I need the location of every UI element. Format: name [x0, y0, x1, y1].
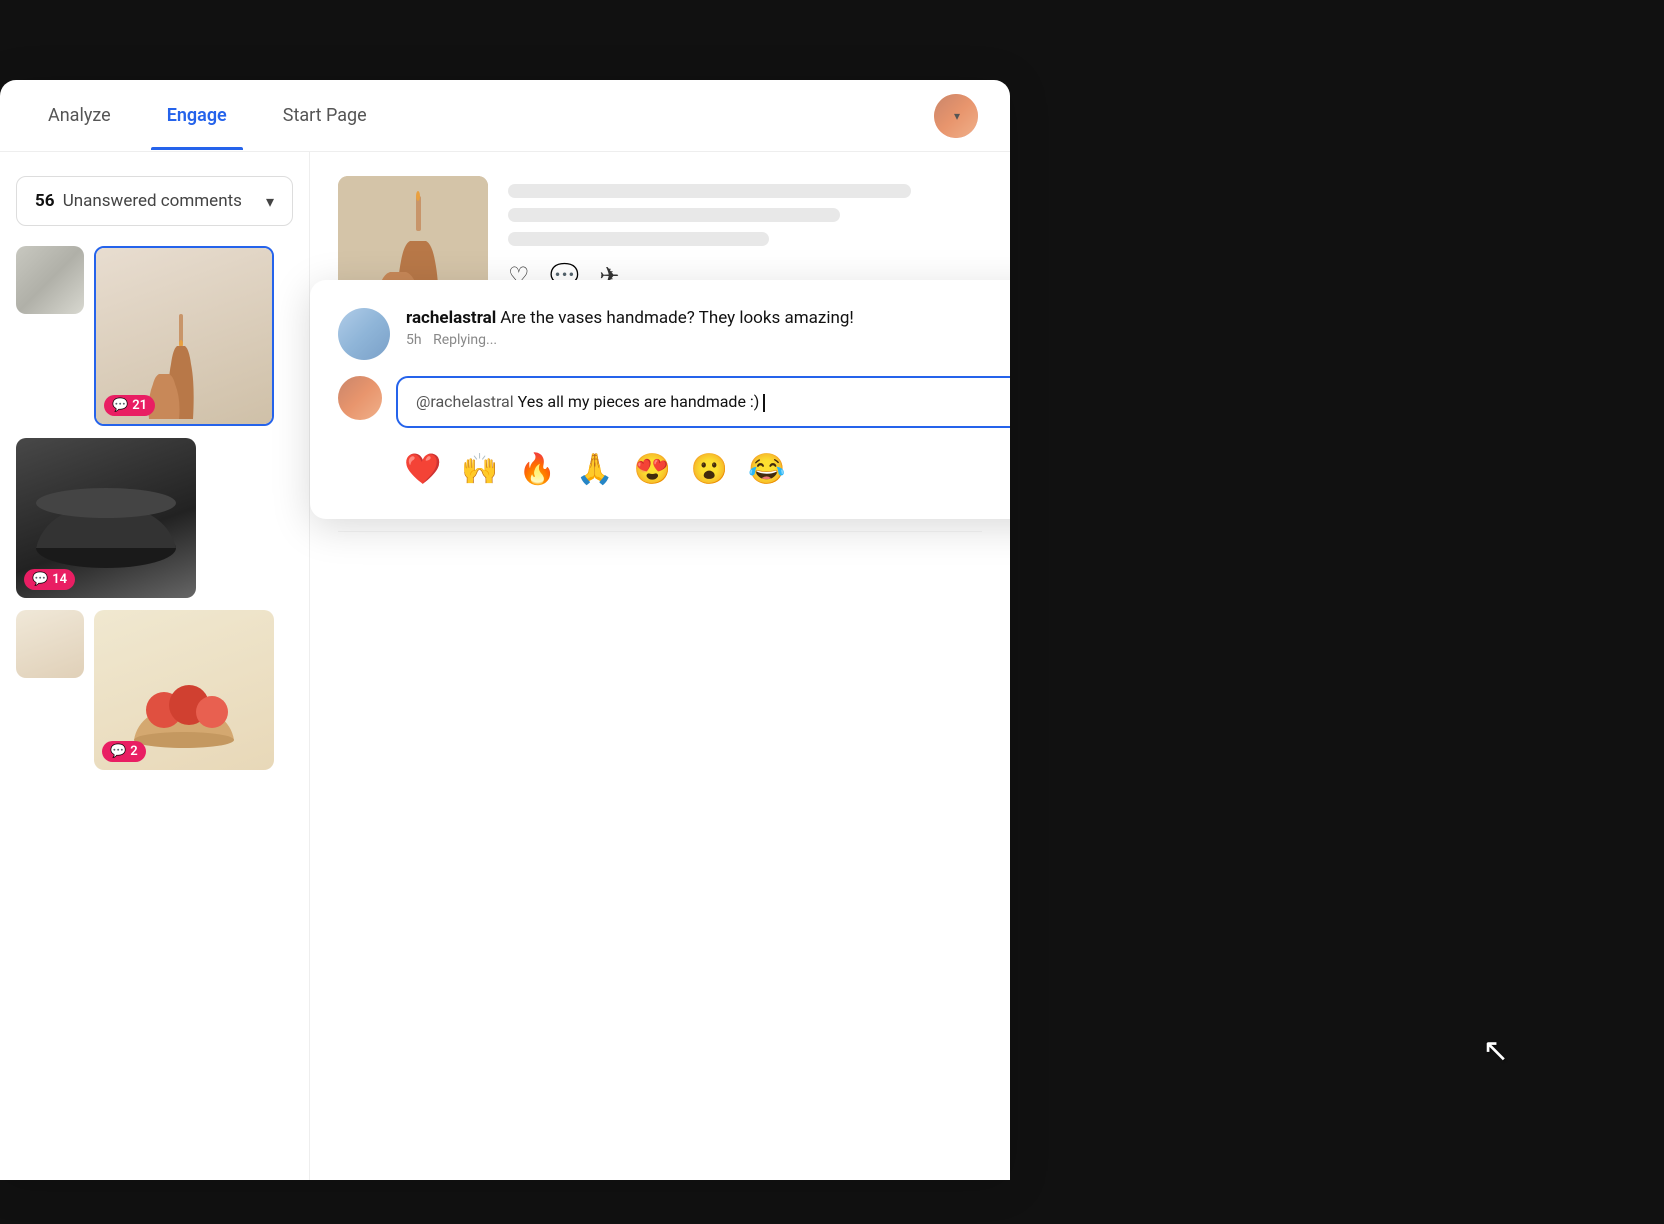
avatar[interactable]: ▾	[934, 94, 978, 138]
skeleton-line-3	[508, 232, 769, 246]
commenter-comment-text: Are the vases handmade? They looks amazi…	[500, 308, 854, 328]
emoji-surprised[interactable]: 😮	[683, 448, 736, 491]
mouse-cursor-icon: ↖	[1482, 1031, 1509, 1069]
reply-avatar	[338, 376, 382, 420]
post-grid: 💬 21	[16, 246, 293, 770]
reply-content: Yes all my pieces are handmade :)	[518, 392, 760, 411]
tab-analyze[interactable]: Analyze	[32, 81, 127, 150]
tab-engage[interactable]: Engage	[151, 81, 243, 150]
post-thumb-vase-selected[interactable]: 💬 21	[94, 246, 274, 426]
emoji-heart-eyes[interactable]: 😍	[625, 448, 678, 491]
comment-timeago: 5h	[406, 332, 422, 348]
left-sidebar: 56 Unanswered comments ▾	[0, 152, 310, 1180]
post-thumb-bowl[interactable]: 💬 14	[16, 438, 196, 598]
text-cursor	[763, 394, 765, 412]
tab-start-page[interactable]: Start Page	[267, 81, 383, 150]
emoji-laughing-tears[interactable]: 😂	[740, 448, 793, 491]
emoji-hands-up[interactable]: 🙌	[453, 448, 506, 491]
commenter-username: rachelastral	[406, 308, 496, 328]
skeleton-line-1	[508, 184, 911, 198]
reply-area: @rachelastral Yes all my pieces are hand…	[338, 376, 1010, 428]
filter-dropdown[interactable]: 56 Unanswered comments ▾	[16, 176, 293, 226]
emoji-heart[interactable]: ❤️	[396, 448, 449, 491]
comment-bubble-icon-2: 💬	[32, 572, 48, 587]
comment-bubble-icon: 💬	[112, 398, 128, 413]
reply-input-text: @rachelastral Yes all my pieces are hand…	[416, 392, 765, 412]
replying-status: Replying...	[433, 332, 497, 348]
unanswered-label: Unanswered comments	[63, 191, 242, 211]
post-row-1: 💬 21	[16, 246, 293, 426]
post-thumb-fruit[interactable]: 💬 2	[94, 610, 274, 770]
active-comment-card: rachelastral Are the vases handmade? The…	[310, 280, 1010, 519]
comment-badge-21: 💬 21	[104, 395, 155, 416]
avatar-chevron-icon: ▾	[954, 109, 960, 123]
comment-badge-14: 💬 14	[24, 569, 75, 590]
commenter-name-comment: rachelastral Are the vases handmade? The…	[406, 308, 1010, 328]
post-thumb-stone[interactable]	[16, 246, 84, 314]
emoji-reply-row: ❤️ 🙌 🔥 🙏 😍 😮 😂 Reply now	[338, 444, 1010, 495]
emoji-row: ❤️ 🙌 🔥 🙏 😍 😮 😂	[396, 448, 794, 491]
emoji-pray[interactable]: 🙏	[568, 448, 621, 491]
commenter-avatar	[338, 308, 390, 360]
comment-badge-2: 💬 2	[102, 741, 146, 762]
post-row-2: 💬 14	[16, 438, 293, 598]
skeleton-line-2	[508, 208, 840, 222]
top-nav: Analyze Engage Start Page ▾	[0, 80, 1010, 152]
commenter-info: rachelastral Are the vases handmade? The…	[406, 308, 1010, 348]
dropdown-chevron-icon: ▾	[266, 192, 274, 211]
unanswered-count: 56	[35, 191, 55, 211]
reply-input[interactable]: @rachelastral Yes all my pieces are hand…	[396, 376, 1010, 428]
post-thumb-extra[interactable]	[16, 610, 84, 678]
commenter-row: rachelastral Are the vases handmade? The…	[338, 308, 1010, 360]
commenter-status: 5h Replying...	[406, 332, 1010, 348]
emoji-fire[interactable]: 🔥	[511, 448, 564, 491]
app-container: Analyze Engage Start Page ▾ 56 Unanswere…	[0, 80, 1010, 1180]
mention-tag: @rachelastral	[416, 392, 514, 411]
post-row-3: 💬 2	[16, 610, 293, 770]
comment-bubble-icon-3: 💬	[110, 744, 126, 759]
